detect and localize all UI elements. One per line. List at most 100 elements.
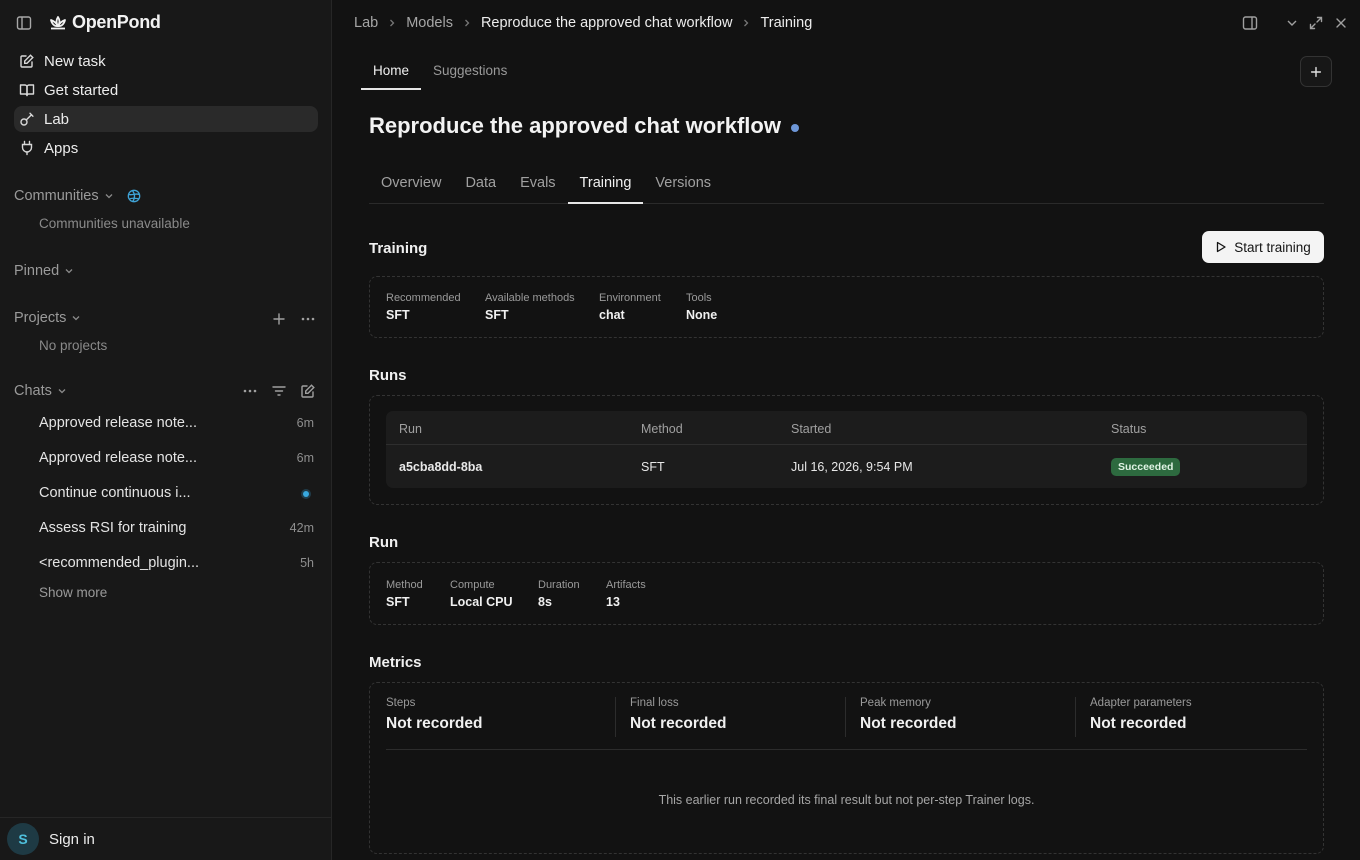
nav-new-task[interactable]: New task [14,48,318,74]
expand-icon[interactable] [1308,15,1324,31]
run-field-artifacts: Artifacts 13 [606,579,646,609]
chat-list-item[interactable]: Assess RSI for training 42m [14,514,318,544]
avatar[interactable]: S [7,823,39,855]
section-label: Chats [14,383,52,399]
communities-empty-text: Communities unavailable [39,216,190,231]
tab-versions[interactable]: Versions [643,164,723,204]
chat-title: Approved release note... [39,415,197,431]
projects-header[interactable]: Projects [14,310,81,326]
chats-header[interactable]: Chats [14,383,67,399]
start-training-label: Start training [1234,239,1311,255]
chat-list-item[interactable]: <recommended_plugin... 5h [14,549,318,579]
field-label: Duration [538,579,580,591]
pinned-header[interactable]: Pinned [14,263,74,279]
chat-time: 42m [289,521,314,535]
metric-adapter-parameters: Adapter parameters Not recorded [1090,697,1192,733]
sign-in-link[interactable]: Sign in [49,831,95,848]
chat-list-item[interactable]: Approved release note... 6m [14,409,318,439]
metric-divider [615,697,616,737]
add-project-plus-icon[interactable] [271,311,287,327]
section-label: Communities [14,188,99,204]
table-row[interactable]: a5cba8dd-8ba SFT Jul 16, 2026, 9:54 PM S… [386,446,1307,488]
nav-lab[interactable]: Lab [14,106,318,132]
metric-peak-memory: Peak memory Not recorded [860,697,956,733]
new-tab-button[interactable] [1300,56,1332,87]
field-value: 8s [538,595,552,609]
chat-time: 6m [296,416,314,430]
section-label: Pinned [14,263,60,279]
panel-toggle-icon[interactable] [1242,15,1258,31]
run-field-compute: Compute Local CPU [450,579,513,609]
breadcrumb-model[interactable]: Reproduce the approved chat workflow [481,15,732,31]
table-header: Run Method Started Status [386,411,1307,445]
chats-more-icon[interactable] [242,383,258,399]
close-icon[interactable] [1333,15,1349,31]
globe-icon[interactable] [127,189,141,203]
status-dot [790,124,799,132]
field-value: Local CPU [450,595,513,609]
chevron-down-icon[interactable] [1284,15,1300,31]
run-field-duration: Duration 8s [538,579,580,609]
book-open-icon [19,82,35,98]
model-tabs: Overview Data Evals Training Versions [369,164,1324,204]
nav-get-started[interactable]: Get started [14,77,318,103]
tab-evals[interactable]: Evals [508,164,567,204]
tab-overview[interactable]: Overview [369,164,453,204]
field-label: Tools [686,292,712,304]
metric-label: Adapter parameters [1090,697,1192,709]
new-chat-compose-icon[interactable] [300,383,316,399]
tab-suggestions[interactable]: Suggestions [421,52,519,90]
breadcrumb-lab[interactable]: Lab [354,15,378,31]
tab-home[interactable]: Home [361,52,422,90]
field-value: SFT [386,595,410,609]
page-title-row: Reproduce the approved chat workflow [369,113,799,139]
tab-data[interactable]: Data [453,164,508,204]
chat-title: Approved release note... [39,450,197,466]
nav-label: Apps [44,139,79,157]
breadcrumb-models[interactable]: Models [406,15,453,31]
chevron-down-icon [104,191,114,201]
field-label: Compute [450,579,495,591]
field-label: Available methods [485,292,575,304]
filter-icon[interactable] [271,383,287,399]
projects-more-icon[interactable] [300,311,316,327]
start-training-button[interactable]: Start training [1202,231,1324,263]
section-label: Projects [14,310,67,326]
field-label: Method [386,579,423,591]
flask-icon [19,111,35,127]
chevron-down-icon [57,386,67,396]
projects-empty-text: No projects [39,338,108,353]
top-tabs: Home Suggestions [361,52,519,90]
communities-header[interactable]: Communities [14,188,141,204]
sidebar: OpenPond New task Get started Lab Apps C… [0,0,332,860]
chat-title: Assess RSI for training [39,520,187,536]
field-value: SFT [386,308,410,322]
sidebar-footer: S Sign in [0,817,332,860]
field-tools: Tools None [686,292,717,322]
metrics-section-title: Metrics [369,654,422,671]
field-label: Environment [599,292,661,304]
edit-square-icon [19,53,35,69]
column-header: Method [641,422,683,436]
field-label: Recommended [386,292,461,304]
sidebar-toggle-icon[interactable] [16,15,32,31]
training-section-title: Training [369,240,428,257]
chat-list-item[interactable]: Continue continuous i... [14,479,318,509]
nav-label: Get started [44,81,119,99]
metric-label: Final loss [630,697,679,709]
tab-training[interactable]: Training [567,164,644,204]
metric-value: Not recorded [1090,715,1187,732]
chat-list-item[interactable]: Approved release note... 6m [14,444,318,474]
metric-steps: Steps Not recorded [386,697,482,733]
run-section-title: Run [369,534,399,551]
field-value: 13 [606,595,620,609]
field-value: None [686,308,718,322]
metric-label: Steps [386,697,416,709]
app-logo[interactable]: OpenPond [48,12,161,33]
metric-divider [845,697,846,737]
field-recommended: Recommended SFT [386,292,461,322]
show-more-link[interactable]: Show more [39,585,107,600]
chat-title: <recommended_plugin... [39,555,200,571]
sidebar-header: OpenPond [0,0,332,44]
nav-apps[interactable]: Apps [14,135,318,161]
